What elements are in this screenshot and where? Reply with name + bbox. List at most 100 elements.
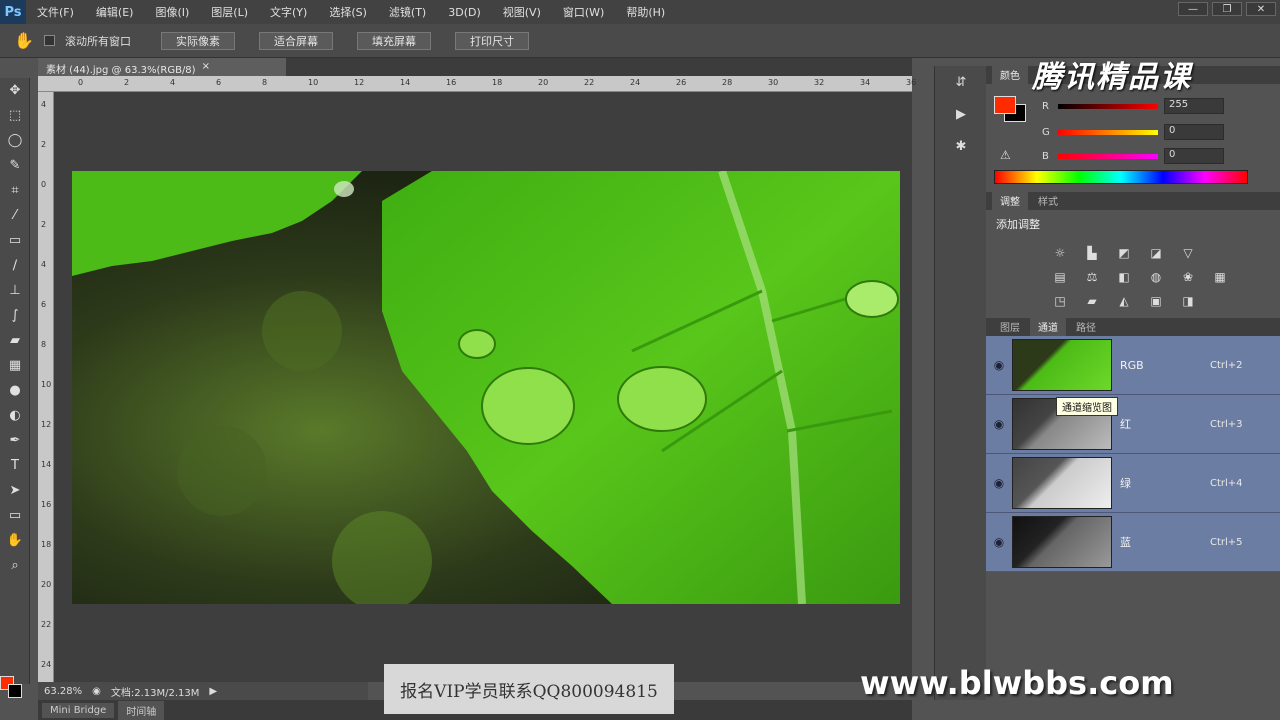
path-select-tool-icon[interactable]: ➤ [0,478,30,503]
eraser-tool-icon[interactable]: ▰ [0,328,30,353]
photo-filter-icon[interactable]: ◍ [1146,268,1166,286]
tab-layers[interactable]: 图层 [992,317,1028,336]
tab-mini-bridge[interactable]: Mini Bridge [42,702,115,718]
type-tool-icon[interactable]: T [0,453,30,478]
hand-tool-icon[interactable]: ✋ [0,528,30,553]
menu-view[interactable]: 视图(V) [492,4,552,20]
mixer-icon[interactable]: ❀ [1178,268,1198,286]
brightness-icon[interactable]: ☼ [1050,244,1070,262]
tab-styles[interactable]: 样式 [1030,191,1066,210]
stamp-tool-icon[interactable]: ⊥ [0,278,30,303]
channel-r-row[interactable]: R 255 [1042,98,1224,114]
blur-tool-icon[interactable]: ● [0,378,30,403]
color-swatches[interactable] [0,674,30,704]
channel-r-slider[interactable] [1058,103,1158,109]
menu-image[interactable]: 图像(I) [144,4,200,20]
channel-row-blue[interactable]: ◉ 蓝 Ctrl+5 [986,513,1280,572]
move-tool-icon[interactable]: ✥ [0,78,30,103]
document-tab[interactable]: 素材 (44).jpg @ 63.3%(RGB/8) × [38,58,286,76]
exposure-icon[interactable]: ◪ [1146,244,1166,262]
color-spectrum-bar[interactable] [994,170,1248,184]
minimize-icon[interactable]: — [1178,2,1208,16]
channel-r-value[interactable]: 255 [1164,98,1224,114]
menu-select[interactable]: 选择(S) [318,4,378,20]
tab-color[interactable]: 颜色 [992,65,1028,84]
channel-row-red[interactable]: ◉ 红 Ctrl+3 [986,395,1280,454]
gradient-map-icon[interactable]: ▣ [1146,292,1166,310]
background-color-swatch[interactable] [8,684,22,698]
posterize-icon[interactable]: ▰ [1082,292,1102,310]
lookup-icon[interactable]: ▦ [1210,268,1230,286]
eye-icon[interactable]: ◉ [986,476,1012,490]
healing-tool-icon[interactable]: ▭ [0,228,30,253]
ruler-tick: 12 [41,420,52,429]
actions-panel-icon[interactable]: ▶ [935,98,987,130]
scroll-all-checkbox[interactable] [44,35,55,46]
curves-icon[interactable]: ◩ [1114,244,1134,262]
threshold-icon[interactable]: ◭ [1114,292,1134,310]
eyedropper-tool-icon[interactable]: ⁄ [0,203,30,228]
dodge-tool-icon[interactable]: ◐ [0,403,30,428]
fill-screen-button[interactable]: 填充屏幕 [357,31,431,50]
levels-icon[interactable]: ▙ [1082,244,1102,262]
channel-thumbnail-blue[interactable] [1012,516,1112,568]
gradient-tool-icon[interactable]: ▦ [0,353,30,378]
ruler-tick: 0 [41,180,47,189]
menu-filter[interactable]: 滤镜(T) [378,4,437,20]
menu-3d[interactable]: 3D(D) [437,6,492,19]
document-close-icon[interactable]: × [202,61,210,73]
channel-b-value[interactable]: 0 [1164,148,1224,164]
menu-window[interactable]: 窗口(W) [552,4,615,20]
quick-select-tool-icon[interactable]: ✎ [0,153,30,178]
history-brush-tool-icon[interactable]: ∫ [0,303,30,328]
marquee-tool-icon[interactable]: ⬚ [0,103,30,128]
hand-tool-icon[interactable]: ✋ [14,31,34,50]
invert-icon[interactable]: ◳ [1050,292,1070,310]
channel-b-row[interactable]: B 0 [1042,148,1224,164]
close-icon[interactable]: ✕ [1246,2,1276,16]
tab-adjustments[interactable]: 调整 [992,191,1028,210]
channel-row-rgb[interactable]: ◉ RGB Ctrl+2 [986,336,1280,395]
zoom-tool-icon[interactable]: ⌕ [0,553,30,578]
menu-layer[interactable]: 图层(L) [200,4,259,20]
eye-icon[interactable]: ◉ [986,535,1012,549]
channel-g-row[interactable]: G 0 [1042,124,1224,140]
lasso-tool-icon[interactable]: ◯ [0,128,30,153]
color-foreground-swatch[interactable] [994,96,1016,114]
properties-panel-icon[interactable]: ✱ [935,130,987,162]
menu-type[interactable]: 文字(Y) [259,4,318,20]
balance-icon[interactable]: ⚖ [1082,268,1102,286]
hue-icon[interactable]: ▤ [1050,268,1070,286]
history-panel-icon[interactable]: ⇵ [935,66,987,98]
eye-icon[interactable]: ◉ [986,358,1012,372]
vibrance-icon[interactable]: ▽ [1178,244,1198,262]
channel-thumbnail-green[interactable] [1012,457,1112,509]
channel-row-green[interactable]: ◉ 绿 Ctrl+4 [986,454,1280,513]
eye-icon[interactable]: ◉ [986,417,1012,431]
channel-thumbnail-rgb[interactable] [1012,339,1112,391]
channel-g-slider[interactable] [1058,129,1158,135]
channel-b-slider[interactable] [1058,153,1158,159]
print-size-button[interactable]: 打印尺寸 [455,31,529,50]
menu-file[interactable]: 文件(F) [26,4,85,20]
pen-tool-icon[interactable]: ✒ [0,428,30,453]
tab-channels[interactable]: 通道 [1030,317,1066,336]
fit-screen-button[interactable]: 适合屏幕 [259,31,333,50]
tab-paths[interactable]: 路径 [1068,317,1104,336]
selective-color-icon[interactable]: ◨ [1178,292,1198,310]
zoom-level[interactable]: 63.28% [44,686,82,697]
tab-timeline[interactable]: 时间轴 [118,700,165,720]
document-image[interactable] [72,171,900,604]
gamut-warning-icon[interactable]: ⚠ [1000,148,1011,162]
crop-tool-icon[interactable]: ⌗ [0,178,30,203]
menu-edit[interactable]: 编辑(E) [85,4,145,20]
shape-tool-icon[interactable]: ▭ [0,503,30,528]
bw-icon[interactable]: ◧ [1114,268,1134,286]
restore-icon[interactable]: ❐ [1212,2,1242,16]
brush-tool-icon[interactable]: ∕ [0,253,30,278]
channel-g-value[interactable]: 0 [1164,124,1224,140]
menu-help[interactable]: 帮助(H) [615,4,676,20]
status-options-icon[interactable]: ◉ [92,686,101,697]
actual-pixels-button[interactable]: 实际像素 [161,31,235,50]
status-arrow-icon[interactable]: ▶ [209,686,217,697]
